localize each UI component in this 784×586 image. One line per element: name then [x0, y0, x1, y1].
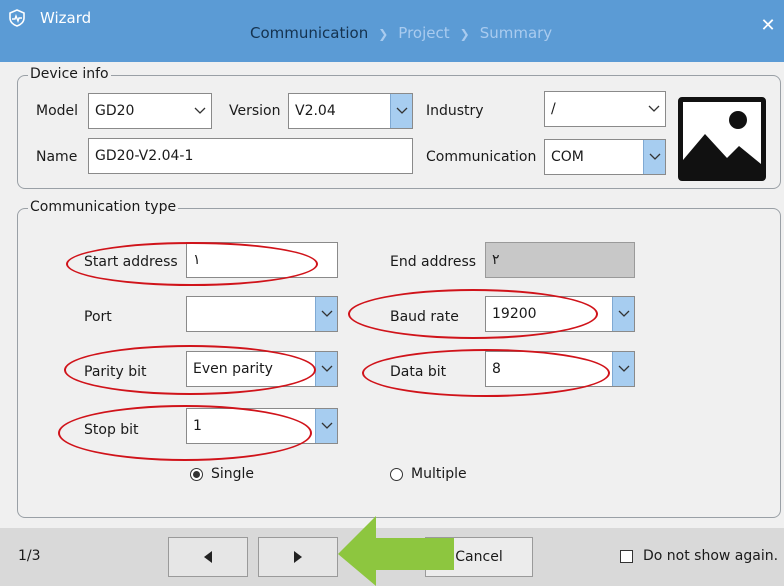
end-address-label: End address [390, 254, 477, 270]
radio-unchecked-icon[interactable] [390, 467, 403, 481]
device-image-icon [678, 97, 766, 181]
triangle-right-icon [294, 551, 302, 563]
previous-button[interactable] [168, 537, 248, 577]
version-label: Version [229, 103, 281, 119]
industry-label: Industry [426, 103, 484, 119]
start-address-label: Start address [84, 254, 178, 270]
baud-rate-value: 19200 [492, 306, 537, 322]
version-dropdown[interactable]: V2.04 [288, 93, 413, 129]
mode-single-label: Single [211, 466, 255, 482]
stop-bit-label: Stop bit [84, 422, 139, 438]
chevron-down-icon[interactable] [612, 352, 634, 386]
name-value: GD20-V2.04-1 [95, 148, 194, 164]
close-icon: ✕ [760, 15, 776, 36]
cancel-label: Cancel [455, 549, 503, 565]
name-label: Name [36, 149, 78, 165]
data-bit-dropdown[interactable]: 8 [485, 351, 635, 387]
step-project: Project [398, 24, 450, 42]
end-address-value: ٢ [492, 252, 500, 268]
wizard-app-icon [9, 9, 25, 27]
step-separator-icon: ❯ [378, 27, 389, 41]
communication-value: COM [551, 149, 584, 165]
radio-checked-icon[interactable] [190, 467, 203, 481]
chevron-down-icon[interactable] [315, 409, 337, 443]
parity-bit-label: Parity bit [84, 364, 147, 380]
start-address-value: ١ [193, 252, 201, 268]
device-info-legend: Device info [28, 66, 111, 82]
mode-multiple-radio[interactable]: Multiple [390, 466, 467, 482]
baud-rate-label: Baud rate [390, 309, 459, 325]
data-bit-value: 8 [492, 361, 501, 377]
parity-bit-value: Even parity [193, 361, 273, 377]
industry-dropdown[interactable]: / [544, 91, 666, 127]
communication-type-legend: Communication type [28, 199, 179, 215]
version-value: V2.04 [295, 103, 336, 119]
mode-single-radio[interactable]: Single [190, 466, 254, 482]
step-communication: Communication [250, 24, 369, 42]
chevron-down-icon[interactable] [612, 297, 634, 331]
dont-show-again-checkbox[interactable]: Do not show again. [620, 548, 778, 564]
stop-bit-value: 1 [193, 418, 202, 434]
chevron-down-icon[interactable] [643, 92, 665, 126]
model-dropdown[interactable]: GD20 [88, 93, 212, 129]
step-separator-icon: ❯ [459, 27, 470, 41]
chevron-down-icon[interactable] [390, 94, 412, 128]
checkbox-unchecked-icon[interactable] [620, 549, 633, 563]
model-value: GD20 [95, 103, 135, 119]
start-address-input[interactable]: ١ [186, 242, 338, 278]
chevron-down-icon[interactable] [643, 140, 665, 174]
data-bit-label: Data bit [390, 364, 447, 380]
page-indicator: 1/3 [18, 548, 41, 564]
chevron-down-icon[interactable] [315, 297, 337, 331]
mode-multiple-label: Multiple [411, 466, 467, 482]
image-placeholder-icon [683, 111, 761, 176]
communication-dropdown[interactable]: COM [544, 139, 666, 175]
next-button[interactable] [258, 537, 338, 577]
port-label: Port [84, 309, 112, 325]
close-button[interactable]: ✕ [760, 15, 776, 36]
industry-value: / [551, 101, 556, 117]
window-title: Wizard [40, 9, 92, 27]
triangle-left-icon [204, 551, 212, 563]
title-bar: Wizard Communication ❯ Project ❯ Summary ✕ [0, 0, 784, 62]
stop-bit-dropdown[interactable]: 1 [186, 408, 338, 444]
communication-label: Communication [426, 149, 537, 165]
green-arrow-annotation-icon [338, 516, 454, 586]
port-dropdown[interactable] [186, 296, 338, 332]
baud-rate-dropdown[interactable]: 19200 [485, 296, 635, 332]
wizard-steps: Communication ❯ Project ❯ Summary [250, 24, 552, 42]
parity-bit-dropdown[interactable]: Even parity [186, 351, 338, 387]
step-summary: Summary [479, 24, 553, 42]
end-address-input: ٢ [485, 242, 635, 278]
dont-show-again-label: Do not show again. [643, 548, 779, 564]
chevron-down-icon[interactable] [189, 94, 211, 128]
model-label: Model [36, 103, 79, 119]
chevron-down-icon[interactable] [315, 352, 337, 386]
name-input[interactable]: GD20-V2.04-1 [88, 138, 413, 174]
